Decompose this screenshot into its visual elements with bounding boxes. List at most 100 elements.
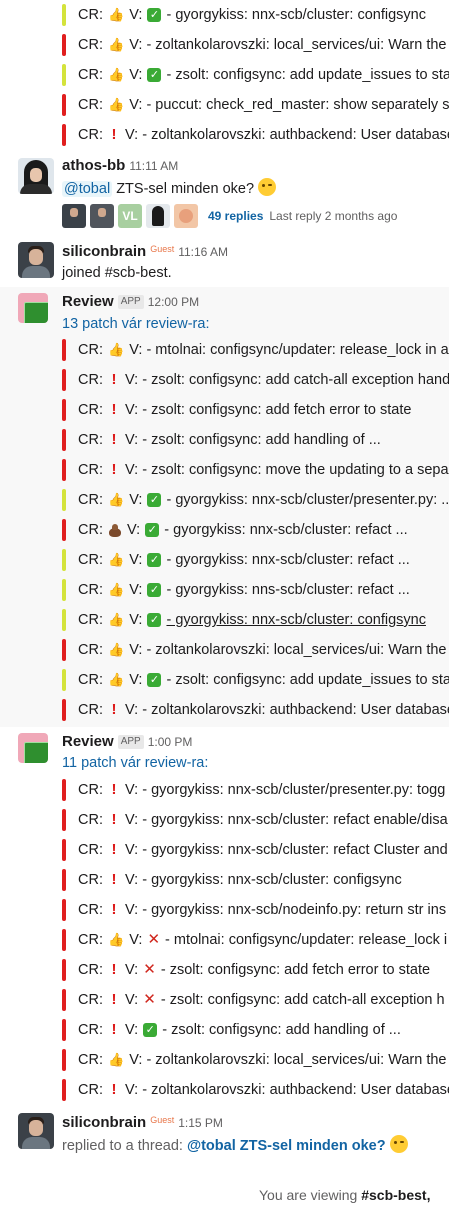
patch-item[interactable]: CR: ! V: - zoltankolarovszki: authbacken… bbox=[0, 120, 449, 150]
patch-text[interactable]: - gyorgykiss: nnx-scb/cluster: refact ..… bbox=[166, 552, 409, 568]
cr-label: CR: bbox=[78, 582, 103, 598]
patch-item[interactable]: CR: 👍 V: - zoltankolarovszki: local_serv… bbox=[0, 635, 449, 665]
patch-item[interactable]: CR: 👍 V: ✓ - gyorgykiss: nnx-scb/cluster… bbox=[0, 485, 449, 515]
patch-item[interactable]: CR: ! V: - zsolt: configsync: add handli… bbox=[0, 425, 449, 455]
patch-text[interactable]: - puccut: check_red_master: show separat… bbox=[146, 97, 449, 113]
exclamation-icon: ! bbox=[111, 126, 117, 144]
patch-text[interactable]: - gyorgykiss: nnx-scb/cluster: configsyn… bbox=[142, 872, 401, 888]
patch-item[interactable]: CR: ! V: ✕ - zsolt: configsync: add fetc… bbox=[0, 955, 449, 985]
patch-item[interactable]: CR: ! V: - gyorgykiss: nnx-scb/nodeinfo.… bbox=[0, 895, 449, 925]
patch-text[interactable]: - gyorgykiss: nns-scb/cluster: refact ..… bbox=[166, 582, 409, 598]
avatar[interactable] bbox=[18, 1113, 54, 1149]
patch-text[interactable]: - zsolt: configsync: add update_issues t… bbox=[166, 672, 449, 688]
patch-item[interactable]: CR: ! V: - gyorgykiss: nnx-scb/cluster/p… bbox=[0, 775, 449, 805]
cr-label: CR: bbox=[78, 37, 103, 53]
patch-text[interactable]: - gyorgykiss: nnx-scb/nodeinfo.py: retur… bbox=[142, 902, 446, 918]
status-bar bbox=[62, 839, 66, 861]
patch-text[interactable]: - zoltankolarovszki: authbackend: User d… bbox=[142, 1082, 449, 1098]
check-icon: ✓ bbox=[147, 68, 162, 83]
message-silicon-joined: siliconbrain Guest 11:16 AM joined #scb-be… bbox=[0, 235, 449, 285]
patch-item[interactable]: CR: 👍 V: ✓ - gyorgykiss: nnx-scb/cluster… bbox=[0, 0, 449, 30]
patch-item[interactable]: CR: ! V: - gyorgykiss: nnx-scb/cluster: … bbox=[0, 805, 449, 835]
patch-text[interactable]: - zsolt: configsync: add update_issues t… bbox=[166, 67, 449, 83]
patch-item[interactable]: CR: 👍 V: ✓ - zsolt: configsync: add upda… bbox=[0, 60, 449, 90]
top-list: CR: 👍 V: ✓ - gyorgykiss: nnx-scb/cluster… bbox=[0, 0, 449, 150]
timestamp[interactable]: 12:00 PM bbox=[148, 295, 199, 309]
patch-text[interactable]: - gyorgykiss: nnx-scb/cluster: refact Cl… bbox=[142, 842, 447, 858]
patch-item[interactable]: CR: ! V: - gyorgykiss: nnx-scb/cluster: … bbox=[0, 865, 449, 895]
patch-summary-link[interactable]: 13 patch vár review-ra: bbox=[62, 316, 209, 332]
patch-text[interactable]: - gyorgykiss: nnx-scb/cluster/presenter.… bbox=[166, 492, 449, 508]
patch-item[interactable]: CR: 👍 V: ✓ - zsolt: configsync: add upda… bbox=[0, 665, 449, 695]
patch-text[interactable]: - zoltankolarovszki: authbackend: User d… bbox=[142, 127, 449, 143]
guest-badge: Guest bbox=[150, 1115, 175, 1125]
v-label: V: bbox=[121, 402, 143, 418]
v-label: V: bbox=[121, 1022, 143, 1038]
patch-item[interactable]: CR: 👍 V: ✕ - mtolnai: configsync/updater… bbox=[0, 925, 449, 955]
patch-item[interactable]: CR: ! V: - zoltankolarovszki: authbacken… bbox=[0, 1075, 449, 1105]
thumbs-up-icon: 👍 bbox=[108, 552, 125, 568]
patch-item[interactable]: CR: ! V: - zsolt: configsync: add catch-… bbox=[0, 365, 449, 395]
patch-item[interactable]: CR: 👍 V: - zoltankolarovszki: local_serv… bbox=[0, 30, 449, 60]
review-bot-avatar[interactable] bbox=[18, 733, 48, 763]
patch-text[interactable]: - zsolt: configsync: move the updating t… bbox=[142, 462, 448, 478]
timestamp[interactable]: 11:16 AM bbox=[178, 245, 228, 259]
cr-label: CR: bbox=[78, 932, 103, 948]
author-name[interactable]: athos-bb bbox=[62, 157, 125, 174]
patch-text[interactable]: - mtolnai: configsync/updater: release_l… bbox=[146, 342, 448, 358]
patch-text[interactable]: - zoltankolarovszki: authbackend: User d… bbox=[142, 702, 449, 718]
patch-text[interactable]: - gyorgykiss: nnx-scb/cluster: refact ..… bbox=[164, 522, 407, 538]
v-label: V: bbox=[121, 872, 143, 888]
patch-item[interactable]: CR: V: ✓ - gyorgykiss: nnx-scb/cluster: … bbox=[0, 515, 449, 545]
timestamp[interactable]: 11:11 AM bbox=[129, 159, 178, 173]
patch-text[interactable]: - zsolt: configsync: add handling of ... bbox=[162, 1022, 401, 1038]
avatar[interactable] bbox=[18, 158, 54, 194]
author-name[interactable]: Review bbox=[62, 733, 114, 750]
patch-text[interactable]: - zsolt: configsync: add handling of ... bbox=[142, 432, 381, 448]
patch-item[interactable]: CR: ! V: - zsolt: configsync: move the u… bbox=[0, 455, 449, 485]
thread-link[interactable]: @tobal ZTS-sel minden oke? bbox=[187, 1138, 386, 1154]
patch-text[interactable]: - gyorgykiss: nnx-scb/cluster: refact en… bbox=[142, 812, 447, 828]
patch-item[interactable]: CR: 👍 V: ✓ - gyorgykiss: nnx-scb/cluster… bbox=[0, 545, 449, 575]
patch-text[interactable]: - gyorgykiss: nnx-scb/cluster: configsyn… bbox=[166, 612, 425, 628]
patch-text[interactable]: - gyorgykiss: nnx-scb/cluster: configsyn… bbox=[166, 7, 425, 23]
v-label: V: bbox=[125, 612, 147, 628]
patch-item[interactable]: CR: 👍 V: - zoltankolarovszki: local_serv… bbox=[0, 1045, 449, 1075]
patch-item[interactable]: CR: ! V: ✓ - zsolt: configsync: add hand… bbox=[0, 1015, 449, 1045]
patch-item[interactable]: CR: ! V: - gyorgykiss: nnx-scb/cluster: … bbox=[0, 835, 449, 865]
status-bar bbox=[62, 124, 66, 146]
patch-item[interactable]: CR: 👍 V: ✓ - gyorgykiss: nnx-scb/cluster… bbox=[0, 605, 449, 635]
patch-text[interactable]: - zsolt: configsync: add catch-all excep… bbox=[161, 992, 445, 1008]
channel-name[interactable]: #scb-best, bbox=[361, 1187, 430, 1203]
author-name[interactable]: siliconbrain bbox=[62, 243, 146, 260]
patch-item[interactable]: CR: 👍 V: ✓ - gyorgykiss: nns-scb/cluster… bbox=[0, 575, 449, 605]
thread-replies-link[interactable]: 49 replies bbox=[208, 209, 263, 223]
patch-item[interactable]: CR: ! V: ✕ - zsolt: configsync: add catc… bbox=[0, 985, 449, 1015]
status-bar bbox=[62, 519, 66, 541]
patch-item[interactable]: CR: ! V: - zsolt: configsync: add fetch … bbox=[0, 395, 449, 425]
patch-text[interactable]: - zoltankolarovszki: local_services/ui: … bbox=[146, 642, 446, 658]
v-label: V: bbox=[121, 372, 143, 388]
status-bar bbox=[62, 339, 66, 361]
patch-text[interactable]: - mtolnai: configsync/updater: release_l… bbox=[165, 932, 447, 948]
author-name[interactable]: Review bbox=[62, 293, 114, 310]
patch-text[interactable]: - gyorgykiss: nnx-scb/cluster/presenter.… bbox=[142, 782, 445, 798]
patch-text[interactable]: - zoltankolarovszki: local_services/ui: … bbox=[146, 37, 446, 53]
thread-summary[interactable]: VL 49 replies Last reply 2 months ago bbox=[62, 204, 397, 228]
patch-text[interactable]: - zsolt: configsync: add catch-all excep… bbox=[142, 372, 449, 388]
review-bot-avatar[interactable] bbox=[18, 293, 48, 323]
patch-text[interactable]: - zsolt: configsync: add fetch error to … bbox=[142, 402, 411, 418]
author-name[interactable]: siliconbrain bbox=[62, 1114, 146, 1131]
timestamp[interactable]: 1:15 PM bbox=[178, 1116, 223, 1130]
patch-text[interactable]: - zoltankolarovszki: local_services/ui: … bbox=[146, 1052, 446, 1068]
patch-summary-link[interactable]: 11 patch vár review-ra: bbox=[62, 755, 208, 771]
patch-item[interactable]: CR: ! V: - zoltankolarovszki: authbacken… bbox=[0, 695, 449, 725]
timestamp[interactable]: 1:00 PM bbox=[148, 735, 193, 749]
patch-item[interactable]: CR: 👍 V: - mtolnai: configsync/updater: … bbox=[0, 335, 449, 365]
user-mention[interactable]: @tobal bbox=[62, 181, 113, 197]
patch-item[interactable]: CR: 👍 V: - puccut: check_red_master: sho… bbox=[0, 90, 449, 120]
cr-label: CR: bbox=[78, 612, 103, 628]
v-label: V: bbox=[121, 1082, 143, 1098]
avatar[interactable] bbox=[18, 242, 54, 278]
patch-text[interactable]: - zsolt: configsync: add fetch error to … bbox=[161, 962, 430, 978]
